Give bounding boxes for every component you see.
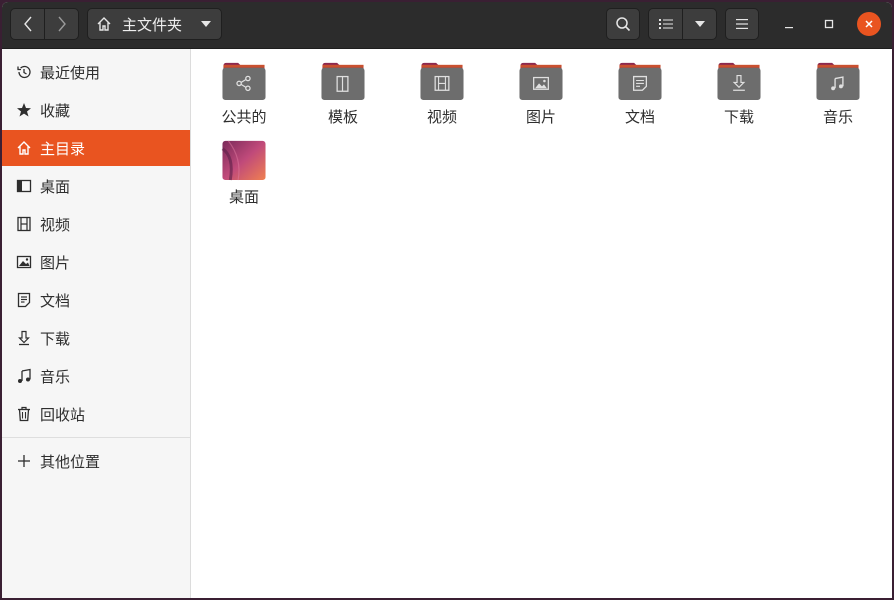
file-name: 视频 [426,108,457,126]
sidebar-item-desktop[interactable]: 桌面 [2,168,190,204]
sidebar-item-recent[interactable]: 最近使用 [2,54,190,90]
documents-folder-icon [618,62,662,101]
trash-icon [16,406,32,422]
folder-downloads[interactable]: 下载 [691,49,787,127]
image-icon [16,254,32,270]
list-view-button[interactable] [648,8,683,40]
folder-documents[interactable]: 文档 [592,49,688,127]
sidebar-item-music[interactable]: 音乐 [2,358,190,394]
header-bar: 主文件夹 [2,2,892,49]
music-folder-icon [816,62,860,101]
sidebar-divider [2,437,190,438]
sidebar-item-label: 主目录 [40,139,86,158]
sidebar-item-downloads[interactable]: 下载 [2,320,190,356]
film-icon [16,216,32,232]
home-icon [97,17,111,31]
folder-desktop[interactable]: 桌面 [196,129,292,207]
maximize-icon [824,19,834,29]
maximize-button[interactable] [817,12,841,36]
star-icon [16,102,32,118]
close-button[interactable] [857,12,881,36]
desktop-folder-icon [221,140,266,181]
file-name: 公共的 [221,108,267,126]
file-name: 音乐 [822,108,853,126]
sidebar-item-documents[interactable]: 文档 [2,282,190,318]
minimize-button[interactable] [777,12,801,36]
pictures-folder-icon [519,62,563,101]
path-bar-home[interactable]: 主文件夹 [87,8,222,40]
search-button[interactable] [606,8,640,40]
minimize-icon [785,27,793,29]
folder-public[interactable]: 公共的 [196,49,292,127]
template-folder-icon [321,62,365,101]
desktop-icon [16,178,32,194]
sidebar-item-label: 图片 [40,253,71,272]
sidebar-item-label: 回收站 [40,405,86,424]
sidebar-item-label: 音乐 [40,367,71,386]
view-options-button[interactable] [682,8,717,40]
folder-templates[interactable]: 模板 [295,49,391,127]
triangle-down-icon [694,21,705,27]
folder-pictures[interactable]: 图片 [493,49,589,127]
sidebar-item-starred[interactable]: 收藏 [2,92,190,128]
video-folder-icon [420,62,464,101]
path-label: 主文件夹 [122,15,183,34]
chevron-right-icon [57,16,66,32]
sidebar-item-label: 文档 [40,291,71,310]
sidebar-item-label: 下载 [40,329,71,348]
file-name: 图片 [525,108,556,126]
triangle-down-icon[interactable] [201,20,211,28]
file-name: 文档 [624,108,655,126]
file-name: 桌面 [228,188,259,206]
file-manager-window: 主文件夹 最近使用 收藏 主目录 桌面 视频 图片 文档 下载 音乐 回收站 其… [2,2,892,598]
sidebar-item-home[interactable]: 主目录 [2,130,190,166]
music-icon [16,368,32,384]
file-name: 下载 [723,108,754,126]
back-button[interactable] [10,8,45,40]
hamburger-menu-icon [736,19,748,29]
folder-videos[interactable]: 视频 [394,49,490,127]
sidebar: 最近使用 收藏 主目录 桌面 视频 图片 文档 下载 音乐 回收站 其他位置 [2,49,191,598]
download-folder-icon [717,62,761,101]
list-view-icon [658,19,673,29]
sidebar-item-label: 其他位置 [40,452,101,471]
forward-button[interactable] [44,8,79,40]
download-icon [16,330,32,346]
file-view: 公共的 模板 视频 图片 文档 下载 音乐 桌面 [191,49,892,598]
sidebar-item-label: 视频 [40,215,71,234]
search-icon [616,17,631,32]
home-icon [16,140,32,156]
plus-icon [16,453,32,469]
sidebar-item-other-locations[interactable]: 其他位置 [2,443,190,479]
sidebar-item-trash[interactable]: 回收站 [2,396,190,432]
clock-icon [16,64,32,80]
sidebar-item-label: 最近使用 [40,63,101,82]
sidebar-item-videos[interactable]: 视频 [2,206,190,242]
main-menu-button[interactable] [725,8,759,40]
close-icon [865,20,873,28]
sidebar-item-label: 桌面 [40,177,71,196]
chevron-left-icon [23,16,32,32]
share-folder-icon [222,62,266,101]
file-name: 模板 [327,108,358,126]
sidebar-item-label: 收藏 [40,101,71,120]
folder-music[interactable]: 音乐 [790,49,886,127]
sidebar-item-pictures[interactable]: 图片 [2,244,190,280]
document-icon [16,292,32,308]
